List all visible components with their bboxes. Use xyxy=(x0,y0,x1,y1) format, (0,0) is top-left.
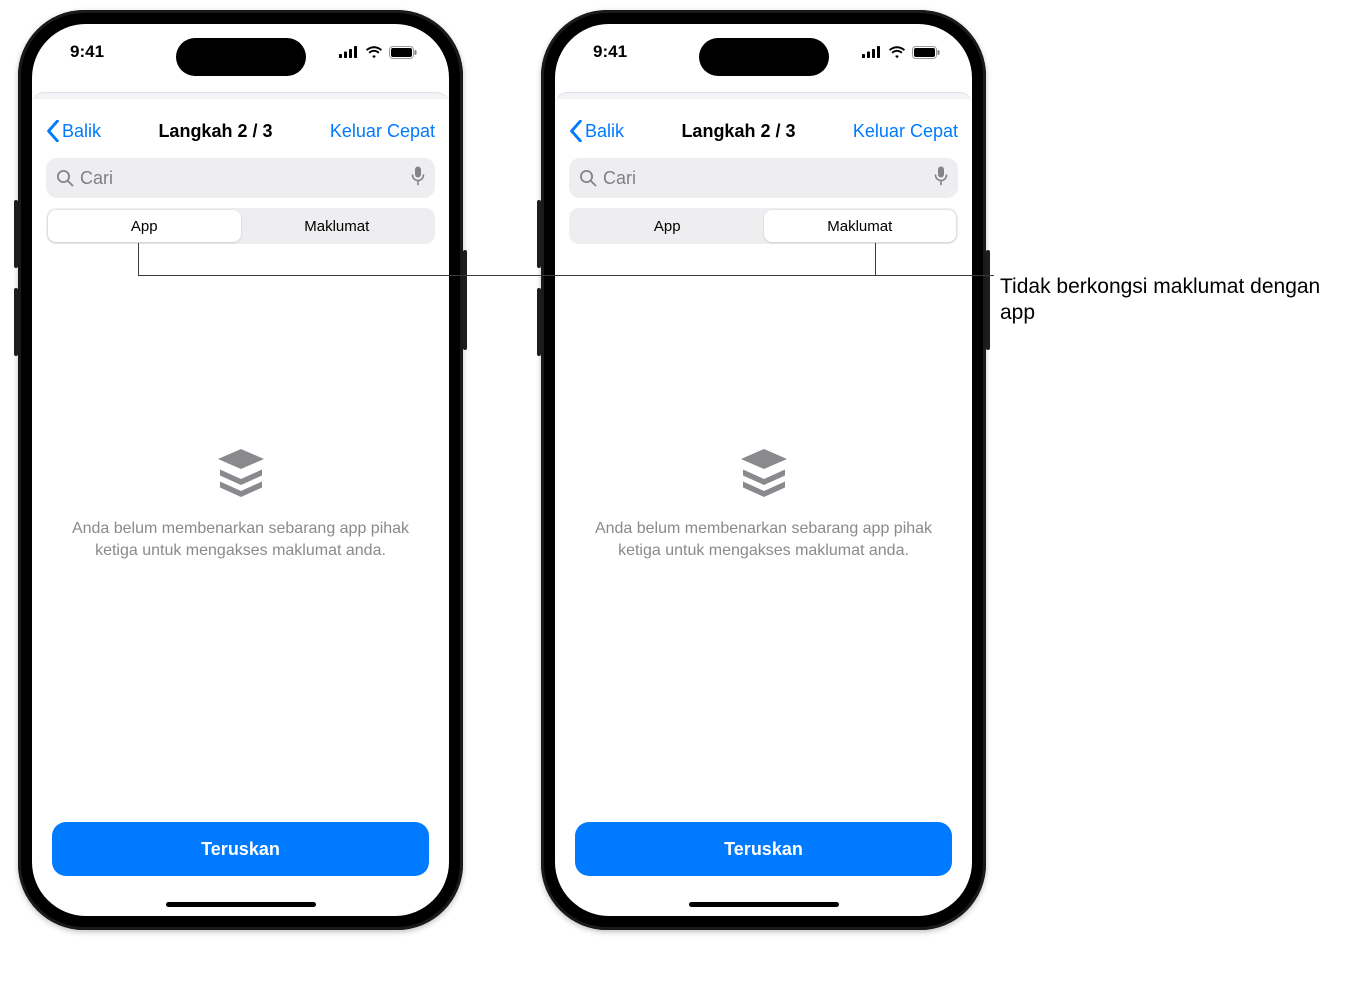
status-time: 9:41 xyxy=(70,42,104,62)
empty-message: Anda belum membenarkan sebarang app piha… xyxy=(62,518,419,561)
nav-bar: Balik Langkah 2 / 3 Keluar Cepat xyxy=(32,108,449,154)
chevron-left-icon xyxy=(569,120,583,142)
empty-state: Anda belum membenarkan sebarang app piha… xyxy=(32,244,449,822)
search-icon xyxy=(56,169,74,187)
back-button[interactable]: Balik xyxy=(569,120,624,142)
continue-label: Teruskan xyxy=(201,839,280,859)
status-indicators xyxy=(339,46,417,59)
search-input[interactable]: Cari xyxy=(569,158,958,198)
cellular-icon xyxy=(339,46,359,58)
mic-icon xyxy=(934,166,948,186)
tab-info[interactable]: Maklumat xyxy=(241,210,434,242)
segmented-control: App Maklumat xyxy=(569,208,958,244)
screen-left: 9:41 Balik Langkah 2 / 3 Keluar Cepat xyxy=(32,24,449,916)
back-label: Balik xyxy=(585,121,624,142)
callout-pointer xyxy=(875,243,876,276)
tab-app-label: App xyxy=(131,218,158,235)
home-indicator[interactable] xyxy=(166,902,316,907)
page-title: Langkah 2 / 3 xyxy=(681,121,795,142)
chevron-left-icon xyxy=(46,120,60,142)
search-placeholder: Cari xyxy=(603,168,636,189)
quick-exit-button[interactable]: Keluar Cepat xyxy=(853,121,958,142)
status-time: 9:41 xyxy=(593,42,627,62)
sheet-top xyxy=(32,92,449,108)
callout-line xyxy=(138,275,994,276)
search-placeholder: Cari xyxy=(80,168,113,189)
search-input[interactable]: Cari xyxy=(46,158,435,198)
mic-icon xyxy=(411,166,425,186)
dictation-button[interactable] xyxy=(934,166,948,191)
sheet-top xyxy=(555,92,972,108)
dynamic-island xyxy=(176,38,306,76)
quick-exit-button[interactable]: Keluar Cepat xyxy=(330,121,435,142)
cellular-icon xyxy=(862,46,882,58)
tab-info-label: Maklumat xyxy=(827,218,892,235)
stack-icon xyxy=(735,445,793,504)
empty-message: Anda belum membenarkan sebarang app piha… xyxy=(585,518,942,561)
battery-icon xyxy=(389,46,417,59)
back-label: Balik xyxy=(62,121,101,142)
stack-icon xyxy=(212,445,270,504)
segmented-control: App Maklumat xyxy=(46,208,435,244)
wifi-icon xyxy=(365,46,383,59)
search-icon xyxy=(579,169,597,187)
tab-app[interactable]: App xyxy=(48,210,241,242)
phone-frame-left: 9:41 Balik Langkah 2 / 3 Keluar Cepat xyxy=(18,10,463,930)
tab-app-label: App xyxy=(654,218,681,235)
nav-bar: Balik Langkah 2 / 3 Keluar Cepat xyxy=(555,108,972,154)
dictation-button[interactable] xyxy=(411,166,425,191)
callout-text: Tidak berkongsi maklumat dengan app xyxy=(1000,274,1340,327)
tab-info[interactable]: Maklumat xyxy=(764,210,957,242)
phone-frame-right: 9:41 Balik Langkah 2 / 3 Keluar Cepat xyxy=(541,10,986,930)
page-title: Langkah 2 / 3 xyxy=(158,121,272,142)
continue-button[interactable]: Teruskan xyxy=(52,822,429,876)
screen-right: 9:41 Balik Langkah 2 / 3 Keluar Cepat xyxy=(555,24,972,916)
back-button[interactable]: Balik xyxy=(46,120,101,142)
wifi-icon xyxy=(888,46,906,59)
tab-app[interactable]: App xyxy=(571,210,764,242)
continue-label: Teruskan xyxy=(724,839,803,859)
empty-state: Anda belum membenarkan sebarang app piha… xyxy=(555,244,972,822)
status-indicators xyxy=(862,46,940,59)
battery-icon xyxy=(912,46,940,59)
home-indicator[interactable] xyxy=(689,902,839,907)
callout-pointer xyxy=(138,243,139,276)
tab-info-label: Maklumat xyxy=(304,218,369,235)
continue-button[interactable]: Teruskan xyxy=(575,822,952,876)
dynamic-island xyxy=(699,38,829,76)
